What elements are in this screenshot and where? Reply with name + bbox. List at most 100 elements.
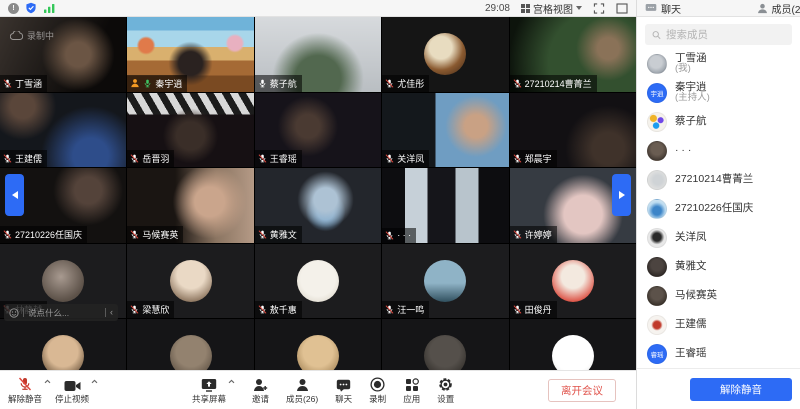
video-tile[interactable]: 王睿瑶 bbox=[255, 93, 381, 168]
member-list-item[interactable]: 关洋凤 bbox=[637, 223, 800, 252]
video-tile[interactable]: 王建儒 bbox=[0, 93, 126, 168]
next-page-button[interactable] bbox=[612, 174, 631, 216]
video-tile[interactable]: 尤佳彤 bbox=[382, 17, 508, 92]
member-list-item[interactable]: · · · bbox=[637, 136, 800, 165]
video-tile[interactable]: 梁慧欣 bbox=[127, 244, 253, 319]
member-list-item[interactable]: 马候赛英 bbox=[637, 281, 800, 310]
member-list-item[interactable]: 王建儒 bbox=[637, 310, 800, 339]
member-name: 27210226任国庆 bbox=[675, 202, 753, 214]
security-shield-icon[interactable] bbox=[25, 2, 37, 14]
participant-name: 27210214曹菁兰 bbox=[525, 77, 592, 90]
network-signal-icon[interactable] bbox=[43, 3, 56, 14]
video-tile[interactable] bbox=[255, 319, 381, 370]
participant-name: 王睿瑶 bbox=[270, 152, 297, 165]
video-tile[interactable] bbox=[0, 319, 126, 370]
members-tab-icon bbox=[757, 3, 768, 14]
participant-name: 27210226任国庆 bbox=[15, 228, 82, 241]
invite-button[interactable]: 邀请 bbox=[252, 375, 269, 405]
video-tile[interactable]: 田俊丹 bbox=[510, 244, 636, 319]
chat-tab-icon bbox=[645, 3, 657, 13]
participant-name-label: 敖千惠 bbox=[255, 301, 302, 318]
members-button[interactable]: 成员(26) bbox=[286, 375, 318, 405]
search-box[interactable] bbox=[645, 24, 792, 45]
grid-view-icon bbox=[521, 4, 530, 13]
video-tile[interactable] bbox=[127, 319, 253, 370]
member-name: · · · bbox=[675, 144, 691, 156]
participant-name: 丁雪涵 bbox=[15, 77, 42, 90]
unmute-options-chevron[interactable] bbox=[44, 379, 51, 384]
layout-switch-button[interactable] bbox=[616, 3, 628, 14]
video-tile[interactable]: 27210214曹菁兰 bbox=[510, 17, 636, 92]
stop-video-button[interactable]: 停止视频 bbox=[55, 375, 89, 405]
emoji-icon[interactable] bbox=[9, 308, 19, 318]
meeting-app-window: ! 29:08 宫格视图 bbox=[0, 0, 800, 409]
member-list-item[interactable]: 宇逍 秦宇逍 (主持人) bbox=[637, 78, 800, 107]
mic-status-icon bbox=[3, 78, 12, 89]
tab-chat[interactable]: 聊天 bbox=[645, 1, 681, 16]
recording-indicator: 录制中 bbox=[10, 29, 54, 42]
member-avatar: 宇逍 bbox=[647, 83, 667, 103]
mic-muted-icon bbox=[18, 376, 32, 392]
mic-status-icon bbox=[3, 229, 12, 240]
member-list-item[interactable]: 27210226任国庆 bbox=[637, 194, 800, 223]
invite-icon bbox=[253, 378, 268, 392]
participant-name: 许婷婷 bbox=[525, 228, 552, 241]
tab-members[interactable]: 成员(26 bbox=[757, 1, 800, 16]
chevron-down-icon bbox=[576, 6, 582, 10]
record-button[interactable]: 录制 bbox=[369, 375, 386, 405]
previous-page-button[interactable] bbox=[5, 174, 24, 216]
leave-meeting-button[interactable]: 离开会议 bbox=[548, 379, 616, 402]
mic-status-icon bbox=[258, 153, 267, 164]
video-tile[interactable]: 黄雅文 bbox=[255, 168, 381, 243]
member-list-item[interactable]: 黄雅文 bbox=[637, 252, 800, 281]
unmute-button[interactable]: 解除静音 bbox=[8, 375, 42, 405]
fullscreen-button[interactable] bbox=[593, 3, 605, 14]
mic-status-icon bbox=[513, 304, 522, 315]
participant-avatar bbox=[297, 335, 339, 370]
member-list-item[interactable]: 睿瑶 王睿瑶 bbox=[637, 339, 800, 368]
member-list-item[interactable]: 蔡子航 bbox=[637, 107, 800, 136]
share-options-chevron[interactable] bbox=[228, 379, 235, 384]
member-list-item[interactable]: 27210214曹菁兰 bbox=[637, 165, 800, 194]
video-tile[interactable] bbox=[382, 319, 508, 370]
video-tile[interactable]: 岳晋羽 bbox=[127, 93, 253, 168]
mic-status-icon bbox=[513, 229, 522, 240]
video-tile[interactable]: 汪一鸣 bbox=[382, 244, 508, 319]
quick-chat-input[interactable]: 说点什么... ‹ bbox=[4, 304, 118, 321]
member-avatar-text: 睿瑶 bbox=[651, 349, 664, 359]
participant-name-label: 汪一鸣 bbox=[382, 301, 429, 318]
participant-name-label: 27210214曹菁兰 bbox=[510, 75, 597, 92]
video-tile[interactable]: 郑晨宇 bbox=[510, 93, 636, 168]
meeting-info-icon[interactable]: ! bbox=[8, 3, 19, 14]
share-screen-button[interactable]: 共享屏幕 bbox=[192, 375, 226, 405]
participant-avatar bbox=[170, 260, 212, 302]
settings-button[interactable]: 设置 bbox=[437, 375, 454, 405]
participant-avatar bbox=[42, 335, 84, 370]
video-tile[interactable]: 关洋凤 bbox=[382, 93, 508, 168]
search-area bbox=[637, 17, 800, 49]
video-tile[interactable]: 秦宇逍 bbox=[127, 17, 253, 92]
member-list-item[interactable]: 丁雪涵 (我) bbox=[637, 49, 800, 78]
member-list[interactable]: 丁雪涵 (我) 宇逍 秦宇逍 (主持人) 蔡子航 · · · bbox=[637, 49, 800, 368]
participant-name: 岳晋羽 bbox=[142, 152, 169, 165]
video-tile[interactable]: 蔡子航 bbox=[255, 17, 381, 92]
video-tile[interactable]: · · · bbox=[382, 168, 508, 243]
member-avatar-text: 宇逍 bbox=[651, 88, 664, 98]
video-options-chevron[interactable] bbox=[91, 379, 98, 384]
participant-name: 黄雅文 bbox=[270, 228, 297, 241]
participant-name-label: 黄雅文 bbox=[255, 226, 302, 243]
sidebar-unmute-button[interactable]: 解除静音 bbox=[690, 378, 792, 401]
participant-name-label: 关洋凤 bbox=[382, 150, 429, 167]
collapse-chat-icon[interactable]: ‹ bbox=[110, 308, 113, 317]
video-tile[interactable]: 马候赛英 bbox=[127, 168, 253, 243]
search-members-input[interactable] bbox=[666, 29, 785, 41]
chat-button[interactable]: 聊天 bbox=[335, 375, 352, 405]
apps-button[interactable]: 应用 bbox=[403, 375, 420, 405]
video-tile[interactable]: 敖千惠 bbox=[255, 244, 381, 319]
chat-bubble-icon bbox=[336, 379, 351, 392]
participant-name: 关洋凤 bbox=[397, 152, 424, 165]
video-tile[interactable] bbox=[510, 319, 636, 370]
search-icon bbox=[652, 30, 661, 40]
sidebar-header: 聊天 成员(26 bbox=[637, 0, 800, 17]
grid-view-button[interactable]: 宫格视图 bbox=[521, 1, 582, 16]
